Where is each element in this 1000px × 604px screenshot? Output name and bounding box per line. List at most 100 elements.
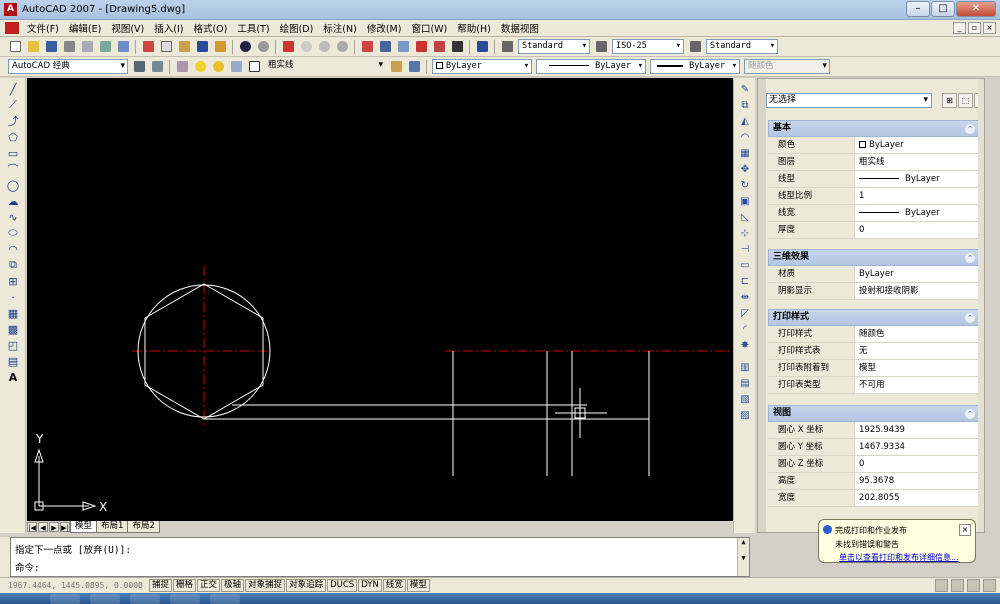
plotstyle-select[interactable]: 随颜色 [744, 59, 830, 74]
menu-format[interactable]: 格式(O) [188, 21, 232, 35]
table-style-select[interactable]: Standard [706, 39, 778, 54]
last-tab-icon[interactable]: ▶| [60, 522, 70, 532]
line-icon[interactable]: ╱ [6, 82, 20, 96]
color-select[interactable]: ByLayer [432, 59, 532, 74]
rotate-icon[interactable]: ↻ [738, 178, 752, 192]
publish-icon[interactable] [97, 39, 113, 55]
stretch-icon[interactable]: ◺ [738, 210, 752, 224]
chamfer-icon[interactable]: ◸ [738, 306, 752, 320]
selection-select[interactable]: 无选择 [766, 93, 932, 108]
section-3d-header[interactable]: 三维效果 ⌃ [768, 249, 980, 266]
menu-modify[interactable]: 修改(M) [362, 21, 407, 35]
mirror-icon[interactable]: ◭ [738, 114, 752, 128]
ellipse-arc-icon[interactable]: ◠ [6, 242, 20, 256]
block-editor-icon[interactable] [212, 39, 228, 55]
dim-style-select[interactable]: ISO-25 [612, 39, 684, 54]
sheet-set-icon[interactable] [413, 39, 429, 55]
prop-value-height[interactable]: 95.3678 [854, 473, 980, 489]
document-icon[interactable] [5, 22, 19, 34]
workspace-save-icon[interactable] [149, 59, 165, 75]
arc-icon[interactable]: ⌒ [6, 162, 20, 176]
draw-order-icon[interactable]: ▥ [738, 360, 752, 374]
grid-toggle[interactable]: 栅格 [173, 579, 197, 592]
command-line-grip[interactable] [0, 537, 10, 577]
prop-value-plotstyle[interactable]: 随颜色 [854, 326, 980, 342]
dyn-toggle[interactable]: DYN [358, 579, 382, 592]
collapse-icon[interactable]: ⌃ [965, 253, 975, 263]
layer-color-icon[interactable] [246, 59, 262, 75]
explode-icon[interactable]: ✸ [738, 338, 752, 352]
table-style-icon[interactable] [687, 39, 703, 55]
workspace-settings-icon[interactable] [131, 59, 147, 75]
prop-value-center-y[interactable]: 1467.9334 [854, 439, 980, 455]
zoom-realtime-icon[interactable] [298, 39, 314, 55]
help-icon[interactable] [474, 39, 490, 55]
menu-insert[interactable]: 插入(I) [149, 21, 188, 35]
next-tab-icon[interactable]: ▶ [49, 522, 59, 532]
prop-value-color[interactable]: ByLayer [854, 137, 980, 153]
draw-order-back-icon[interactable]: ▧ [738, 392, 752, 406]
palette-title-strip[interactable] [758, 79, 766, 532]
menu-help[interactable]: 帮助(H) [452, 21, 496, 35]
menu-draw[interactable]: 绘图(D) [275, 21, 319, 35]
gradient-icon[interactable]: ▩ [6, 322, 20, 336]
taskbar-item[interactable] [90, 594, 120, 604]
taskbar-item[interactable] [210, 594, 240, 604]
comm-center-icon[interactable] [935, 579, 948, 592]
prop-value-shadow[interactable]: 投射和接收阴影 [854, 283, 980, 299]
undo-icon[interactable] [237, 39, 253, 55]
make-object-layer-current-icon[interactable] [388, 59, 404, 75]
prop-value-plotstyle-table[interactable]: 无 [854, 343, 980, 359]
prop-value-lineweight[interactable]: ByLayer [854, 205, 980, 221]
collapse-icon[interactable]: ⌃ [965, 313, 975, 323]
dim-style-icon[interactable] [593, 39, 609, 55]
pan-icon[interactable] [280, 39, 296, 55]
section-general-header[interactable]: 基本 ⌃ [768, 120, 980, 137]
offset-icon[interactable]: ◠ [738, 130, 752, 144]
polygon-icon[interactable]: ⬠ [6, 130, 20, 144]
join-icon[interactable]: ⇹ [738, 290, 752, 304]
draw-order-front-icon[interactable]: ▤ [738, 376, 752, 390]
menu-edit[interactable]: 编辑(E) [64, 21, 106, 35]
zoom-previous-icon[interactable] [334, 39, 350, 55]
menu-data-view[interactable]: 数据视图 [496, 21, 544, 35]
print-icon[interactable] [61, 39, 77, 55]
menu-tools[interactable]: 工具(T) [232, 21, 274, 35]
prop-value-plot-table-type[interactable]: 不可用 [854, 377, 980, 393]
trim-icon[interactable]: ⊹ [738, 226, 752, 240]
model-toggle[interactable]: 模型 [406, 579, 430, 592]
section-plot-style-header[interactable]: 打印样式 ⌃ [768, 309, 980, 326]
prop-value-thickness[interactable]: 0 [854, 222, 980, 238]
maximize-button[interactable]: □ [931, 1, 955, 17]
palette-scrollbar[interactable] [978, 79, 984, 532]
fillet-icon[interactable]: ◜ [738, 322, 752, 336]
section-view-header[interactable]: 视图 ⌃ [768, 405, 980, 422]
array-icon[interactable]: ▦ [738, 146, 752, 160]
zoom-window-icon[interactable] [316, 39, 332, 55]
extend-icon[interactable]: ⊣ [738, 242, 752, 256]
ortho-toggle[interactable]: 正交 [197, 579, 221, 592]
tab-model[interactable]: 模型 [70, 521, 98, 533]
insert-block-icon[interactable]: ⧉ [6, 258, 20, 272]
balloon-details-link[interactable]: 单击以查看打印和发布详细信息... [839, 552, 959, 563]
paste-icon[interactable] [176, 39, 192, 55]
new-icon[interactable] [7, 39, 23, 55]
match-properties-icon[interactable] [194, 39, 210, 55]
hatch-icon[interactable]: ▦ [6, 306, 20, 320]
menu-window[interactable]: 窗口(W) [406, 21, 452, 35]
linetype-select[interactable]: ByLayer [536, 59, 646, 74]
doc-restore-button[interactable]: ▫ [968, 22, 981, 34]
command-line[interactable]: 指定下一点或 [放弃(U)]: 命令: ▲ ▼ [10, 537, 750, 577]
tool-palettes-icon[interactable] [395, 39, 411, 55]
lineweight-toggle[interactable]: 线宽 [382, 579, 406, 592]
command-scrollbar[interactable]: ▲ ▼ [737, 538, 749, 576]
scale-icon[interactable]: ▣ [738, 194, 752, 208]
open-icon[interactable] [25, 39, 41, 55]
copy-icon[interactable] [158, 39, 174, 55]
copy-object-icon[interactable]: ⧉ [738, 98, 752, 112]
autocad-app-icon[interactable]: A [4, 3, 17, 16]
clean-screen-icon[interactable] [983, 579, 996, 592]
close-button[interactable]: ✕ [956, 1, 996, 17]
layer-freeze-icon[interactable] [210, 59, 226, 75]
layer-select[interactable]: 粗实线 [265, 59, 385, 74]
